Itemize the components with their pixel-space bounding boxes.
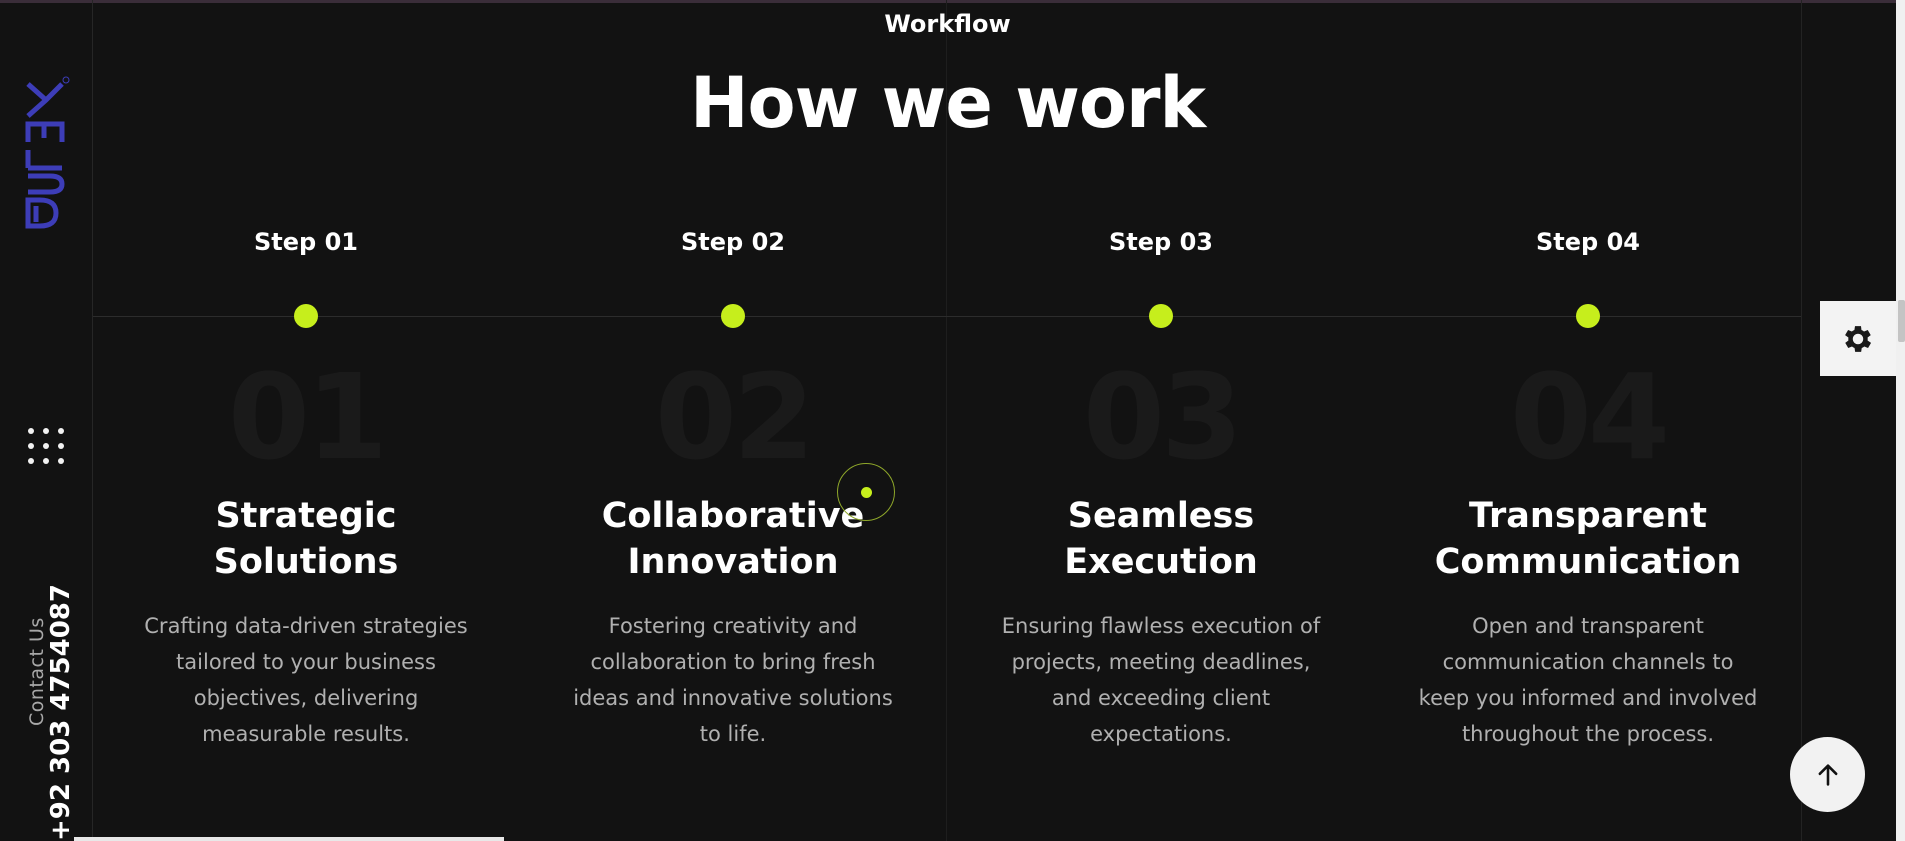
cursor-dot <box>861 487 872 498</box>
step-title-line: Seamless <box>1067 496 1255 536</box>
step-description: Ensuring flawless execution of projects,… <box>1001 614 1321 746</box>
settings-button[interactable] <box>1820 301 1896 376</box>
step-number: 04 <box>1509 348 1670 486</box>
step-title: Seamless Execution <box>961 493 1361 585</box>
step-description: Fostering creativity and collaboration t… <box>573 614 893 746</box>
step-title-line: Solutions <box>213 542 399 582</box>
step-number: 01 <box>227 348 388 486</box>
page: Contact Us +92 303 4754087 Workflow How … <box>0 0 1905 841</box>
step-label: Step 04 <box>1536 228 1640 256</box>
step-number: 03 <box>1082 348 1243 486</box>
scroll-to-top-button[interactable] <box>1790 737 1865 812</box>
bottom-bar <box>74 837 504 841</box>
step-number: 02 <box>654 348 815 486</box>
step-label: Step 01 <box>254 228 358 256</box>
step-title-line: Transparent <box>1469 496 1707 536</box>
step-card: Step 04 04 Transparent Communication Ope… <box>1408 228 1768 746</box>
step-title: Strategic Solutions <box>106 493 506 585</box>
step-description: Open and transparent communication chann… <box>1418 614 1758 746</box>
step-label: Step 03 <box>1109 228 1213 256</box>
grid-menu-button[interactable] <box>28 428 64 464</box>
timeline-line <box>93 316 1801 317</box>
step-description: Crafting data-driven strategies tailored… <box>144 614 468 746</box>
top-border <box>0 0 1905 3</box>
contact-phone-link[interactable]: +92 303 4754087 <box>46 584 76 841</box>
step-title-line: Innovation <box>627 542 839 582</box>
step-marker <box>721 304 745 328</box>
step-title-line: Communication <box>1434 542 1742 582</box>
step-marker <box>1149 304 1173 328</box>
step-title-line: Strategic <box>215 496 397 536</box>
step-card: Step 02 02 Collaborative Innovation Fost… <box>553 228 913 746</box>
arrow-up-icon <box>1818 763 1837 786</box>
section-eyebrow: Workflow <box>884 10 1011 38</box>
step-marker <box>294 304 318 328</box>
step-card: Step 03 03 Seamless Execution Ensuring f… <box>981 228 1341 746</box>
contact-label: Contact Us <box>26 617 48 726</box>
scrollbar-track[interactable] <box>1896 0 1905 841</box>
step-card: Step 01 01 Strategic Solutions Crafting … <box>126 228 486 746</box>
gear-icon <box>1845 325 1872 352</box>
grid-dots-icon <box>28 428 34 434</box>
step-marker <box>1576 304 1600 328</box>
step-title-line: Execution <box>1064 542 1258 582</box>
scrollbar-thumb[interactable] <box>1898 300 1905 342</box>
step-label: Step 02 <box>681 228 785 256</box>
section-title: How we work <box>689 62 1206 144</box>
step-title: Transparent Communication <box>1388 493 1788 585</box>
